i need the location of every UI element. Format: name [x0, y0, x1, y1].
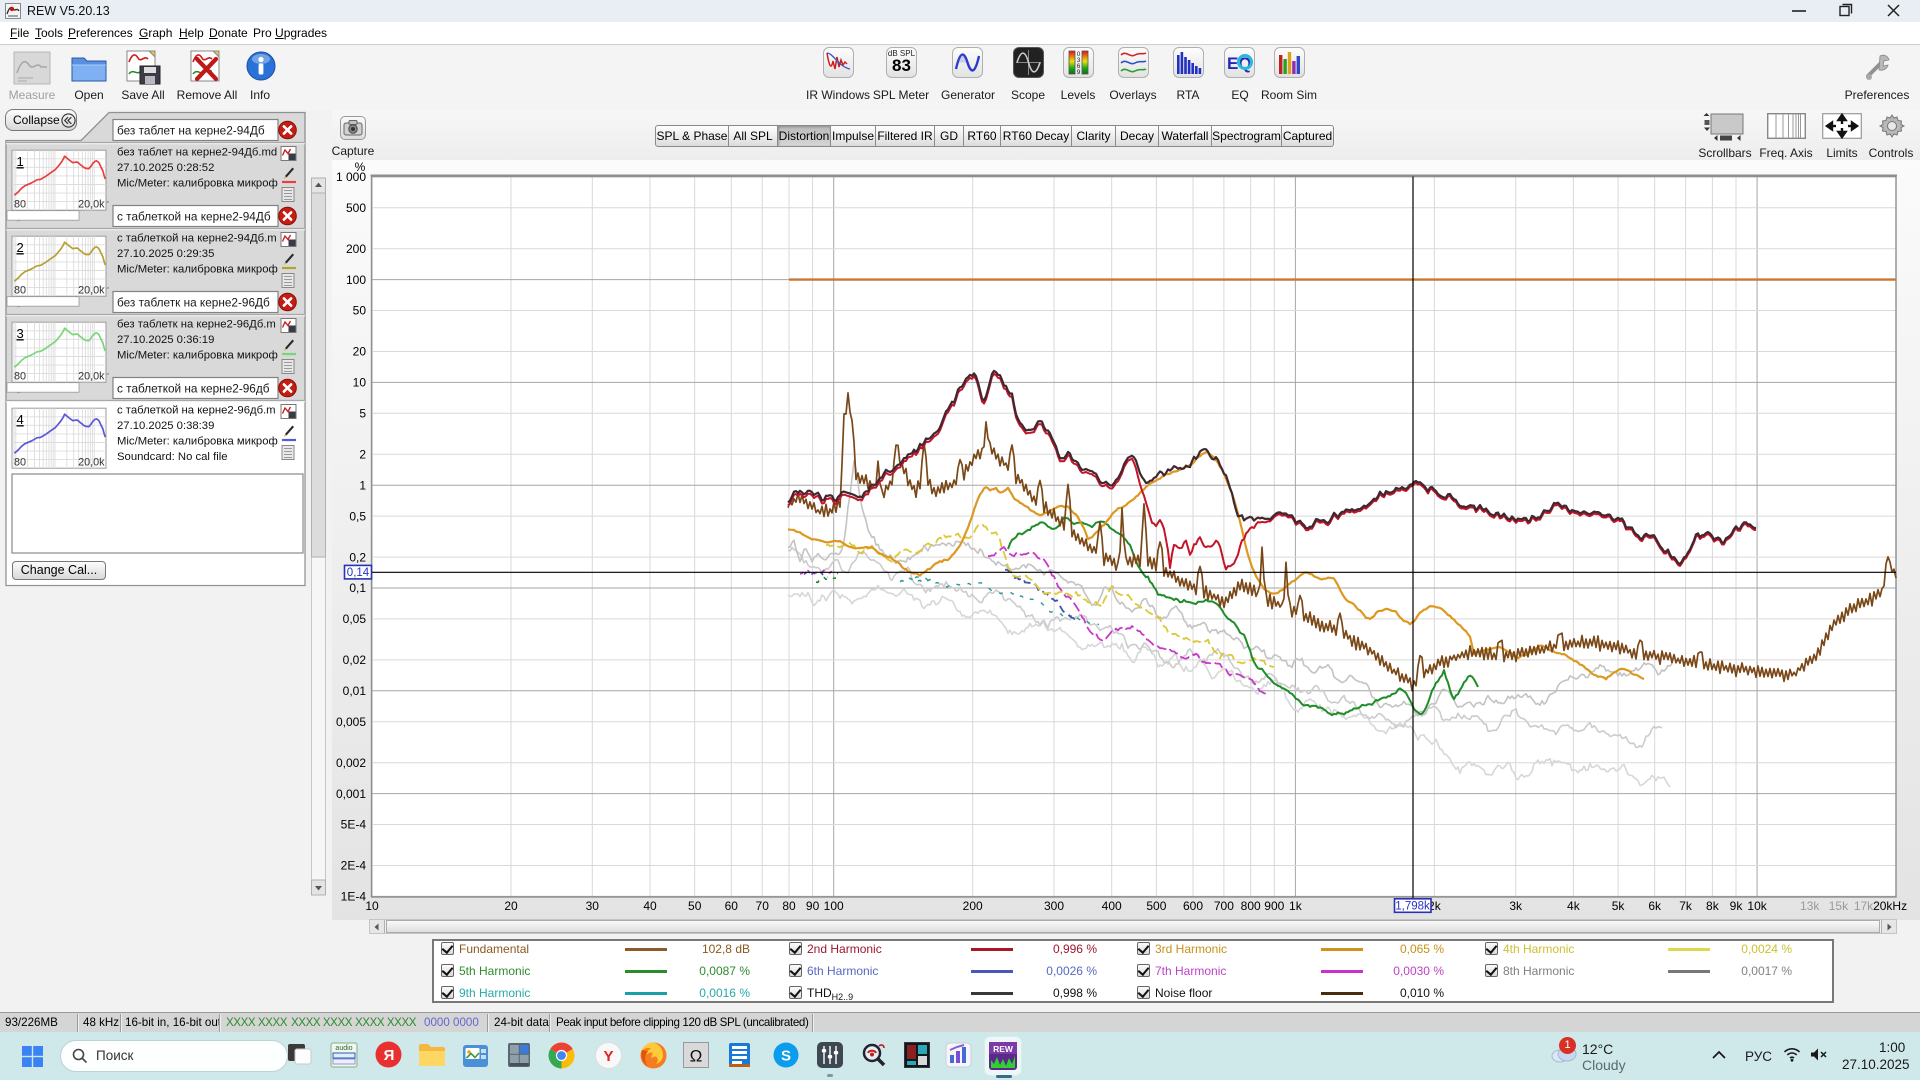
svg-text:0,002: 0,002 — [336, 756, 366, 770]
svg-text:27.10.2025 0:29:35: 27.10.2025 0:29:35 — [117, 248, 214, 260]
svg-text:600: 600 — [1183, 899, 1203, 913]
svg-text:20,0k: 20,0k — [78, 199, 105, 211]
svg-text:20,0k: 20,0k — [78, 285, 105, 297]
svg-text:27.10.2025 0:28:52: 27.10.2025 0:28:52 — [117, 162, 214, 174]
svg-text:0,1: 0,1 — [349, 581, 366, 595]
svg-text:0,2: 0,2 — [349, 550, 366, 564]
svg-text:Y: Y — [603, 1048, 613, 1065]
svg-text:2: 2 — [359, 448, 366, 462]
svg-text:60: 60 — [725, 899, 739, 913]
svg-text:5E-4: 5E-4 — [341, 818, 367, 832]
svg-text:с таблеткой на керне2-96дб: с таблеткой на керне2-96дб — [117, 382, 270, 396]
svg-text:800: 800 — [1241, 899, 1261, 913]
svg-text:100: 100 — [346, 273, 366, 287]
svg-text:40: 40 — [643, 899, 657, 913]
svg-text:0,001: 0,001 — [336, 787, 366, 801]
svg-text:20,0k: 20,0k — [78, 457, 105, 469]
svg-text:5: 5 — [359, 407, 366, 421]
svg-text:2: 2 — [17, 240, 24, 255]
svg-text:17k: 17k — [1854, 899, 1874, 913]
svg-text:90: 90 — [806, 899, 820, 913]
svg-text:с таблеткой на керне2-94Дб.m: с таблеткой на керне2-94Дб.m — [117, 233, 277, 245]
svg-text:80: 80 — [14, 371, 26, 383]
svg-text:10k: 10k — [1747, 899, 1767, 913]
svg-text:7k: 7k — [1679, 899, 1693, 913]
svg-text:13k: 13k — [1800, 899, 1820, 913]
svg-text:20kHz: 20kHz — [1873, 899, 1907, 913]
svg-text:80: 80 — [14, 199, 26, 211]
svg-text:8k: 8k — [1706, 899, 1720, 913]
svg-text:1E-4: 1E-4 — [341, 890, 367, 904]
svg-text:0,005: 0,005 — [336, 715, 366, 729]
svg-text:200: 200 — [963, 899, 983, 913]
svg-text:5k: 5k — [1612, 899, 1626, 913]
svg-text:без таблет на керне2-94Дб: без таблет на керне2-94Дб — [117, 124, 265, 138]
svg-text:0,02: 0,02 — [343, 653, 367, 667]
svg-text:1: 1 — [359, 478, 366, 492]
svg-text:%: % — [355, 160, 366, 174]
svg-text:без таблет на керне2-94Дб.md: без таблет на керне2-94Дб.md — [117, 147, 277, 159]
svg-text:3k: 3k — [1509, 899, 1523, 913]
svg-text:6k: 6k — [1648, 899, 1662, 913]
svg-text:1k: 1k — [1289, 899, 1303, 913]
svg-text:80: 80 — [14, 457, 26, 469]
svg-text:80: 80 — [14, 285, 26, 297]
svg-text:10: 10 — [353, 376, 367, 390]
svg-text:10: 10 — [365, 899, 379, 913]
svg-text:4: 4 — [17, 412, 24, 427]
svg-text:0,14: 0,14 — [347, 567, 370, 579]
svg-text:20: 20 — [353, 345, 367, 359]
svg-text:Soundcard: No cal file: Soundcard: No cal file — [117, 451, 228, 463]
svg-text:50: 50 — [353, 304, 367, 318]
svg-text:9: 9 — [1077, 69, 1081, 76]
svg-text:с таблеткой на керне2-94Дб: с таблеткой на керне2-94Дб — [117, 210, 271, 224]
svg-text:400: 400 — [1102, 899, 1122, 913]
svg-text:100: 100 — [824, 899, 844, 913]
svg-text:Я: Я — [384, 1047, 395, 1064]
svg-text:0,05: 0,05 — [343, 612, 367, 626]
svg-text:1: 1 — [17, 154, 24, 169]
svg-text:Mic/Meter: калибровка микроф: Mic/Meter: калибровка микроф — [117, 436, 278, 448]
svg-text:700: 700 — [1214, 899, 1234, 913]
svg-text:0,01: 0,01 — [343, 684, 367, 698]
svg-text:audio: audio — [335, 1045, 352, 1052]
svg-text:REW: REW — [993, 1044, 1014, 1054]
svg-text:9k: 9k — [1730, 899, 1744, 913]
svg-text:2E-4: 2E-4 — [341, 859, 367, 873]
svg-text:без таблетк на керне2-96Дб: без таблетк на керне2-96Дб — [117, 296, 270, 310]
svg-text:Mic/Meter: калибровка микроф: Mic/Meter: калибровка микроф — [117, 264, 278, 276]
svg-text:0,5: 0,5 — [349, 509, 366, 523]
svg-text:500: 500 — [346, 201, 366, 215]
svg-text:15k: 15k — [1829, 899, 1849, 913]
svg-text:300: 300 — [1044, 899, 1064, 913]
svg-text:20,0k: 20,0k — [78, 371, 105, 383]
svg-text:Mic/Meter: калибровка микроф: Mic/Meter: калибровка микроф — [117, 350, 278, 362]
svg-text:3: 3 — [17, 326, 24, 341]
svg-text:без таблетк на керне2-96Дб.m: без таблетк на керне2-96Дб.m — [117, 319, 276, 331]
svg-text:50: 50 — [688, 899, 702, 913]
svg-text:27.10.2025 0:36:19: 27.10.2025 0:36:19 — [117, 334, 214, 346]
svg-text:27.10.2025 0:38:39: 27.10.2025 0:38:39 — [117, 420, 214, 432]
svg-text:70: 70 — [756, 899, 770, 913]
svg-text:Ω: Ω — [690, 1047, 703, 1066]
svg-text:80: 80 — [782, 899, 796, 913]
svg-text:с таблеткой на керне2-96дб.m: с таблеткой на керне2-96дб.m — [117, 405, 276, 417]
svg-text:1,798k: 1,798k — [1395, 901, 1430, 913]
svg-text:900: 900 — [1264, 899, 1284, 913]
svg-text:30: 30 — [586, 899, 600, 913]
svg-text:200: 200 — [346, 242, 366, 256]
svg-text:S: S — [781, 1048, 791, 1065]
svg-text:Mic/Meter: калибровка микроф: Mic/Meter: калибровка микроф — [117, 178, 278, 190]
svg-text:20: 20 — [504, 899, 518, 913]
svg-text:4k: 4k — [1567, 899, 1581, 913]
svg-text:500: 500 — [1146, 899, 1166, 913]
